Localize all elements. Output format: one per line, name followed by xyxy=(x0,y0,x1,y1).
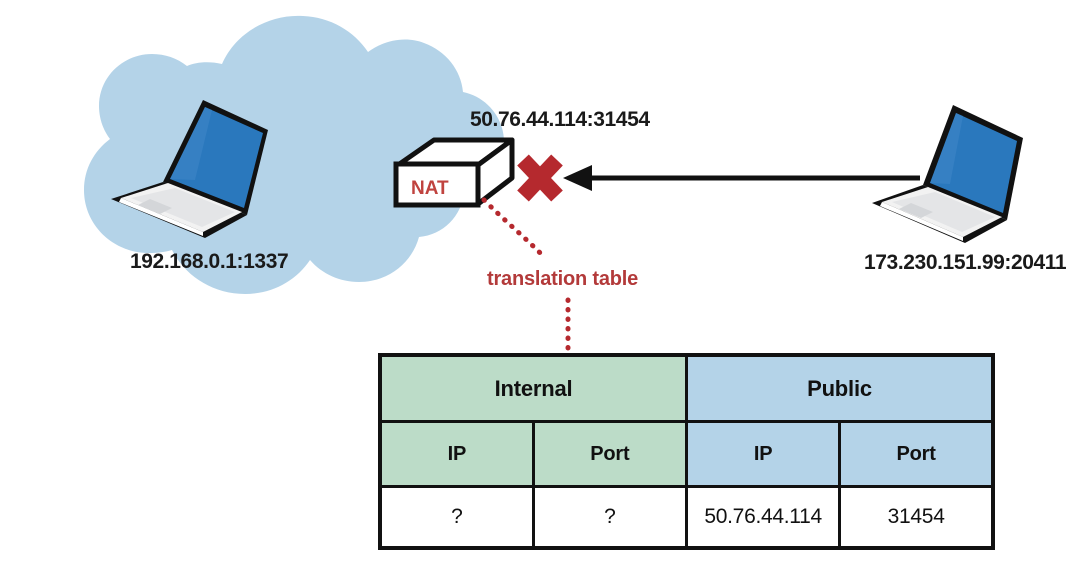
cell-public-port: 31454 xyxy=(838,485,995,550)
translation-table-callout-label: translation table xyxy=(487,268,639,290)
column-header-public-port: Port xyxy=(838,420,995,488)
nat-box-label: NAT xyxy=(411,178,449,199)
column-header-internal-port: Port xyxy=(531,420,689,488)
group-header-public: Public xyxy=(685,353,995,423)
diagram-canvas: 50.76.44.114:31454 NAT 192.168.0.1:1337 … xyxy=(0,0,1080,568)
red-x-icon xyxy=(517,154,563,202)
cell-public-ip: 50.76.44.114 xyxy=(684,485,842,550)
nat-public-endpoint-label: 50.76.44.114:31454 xyxy=(470,108,650,131)
column-header-public-ip: IP xyxy=(684,420,842,488)
external-host-label: 173.230.151.99:20411 xyxy=(864,251,1067,274)
table-row: ? ? 50.76.44.114 31454 xyxy=(378,485,995,550)
laptop-icon-external xyxy=(872,105,1023,243)
nat-translation-table: Internal Public IP Port IP Port ? ? 50.7… xyxy=(378,353,995,550)
arrow-left-icon xyxy=(563,165,920,191)
column-header-internal-ip: IP xyxy=(378,420,535,488)
group-header-internal: Internal xyxy=(378,353,688,423)
cell-internal-port: ? xyxy=(531,485,689,550)
table-group-header-row: Internal Public xyxy=(378,353,995,423)
cell-internal-ip: ? xyxy=(378,485,535,550)
table-column-header-row: IP Port IP Port xyxy=(378,420,995,488)
internal-host-label: 192.168.0.1:1337 xyxy=(130,250,289,273)
